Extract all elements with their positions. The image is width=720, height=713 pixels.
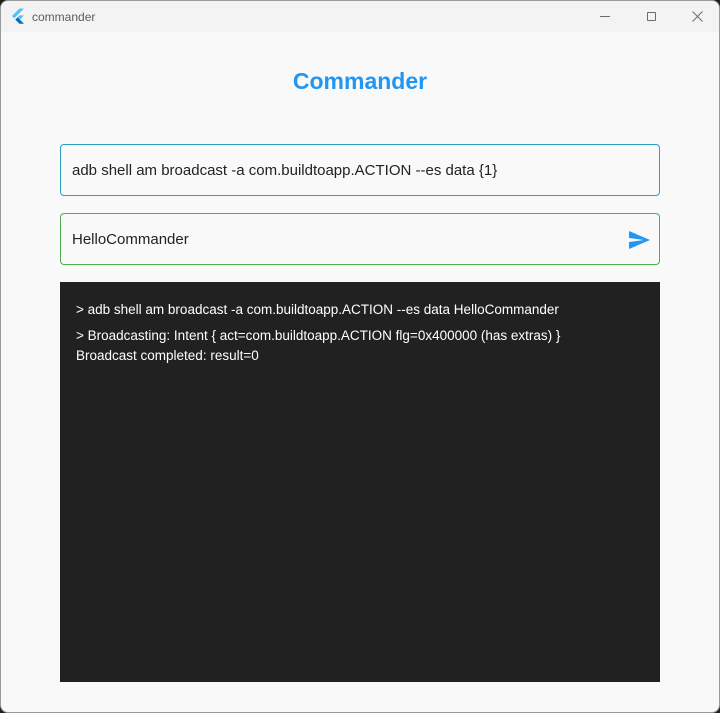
message-field[interactable]: [60, 213, 660, 265]
console-entry: > Broadcasting: Intent { act=com.buildto…: [76, 328, 561, 363]
close-button[interactable]: [674, 1, 719, 32]
command-template-field[interactable]: [60, 144, 660, 196]
message-input[interactable]: [72, 214, 622, 264]
maximize-button[interactable]: [628, 1, 674, 32]
close-icon: [691, 11, 703, 22]
page-title: Commander: [292, 68, 428, 94]
console-output: > adb shell am broadcast -a com.buildtoa…: [60, 282, 660, 682]
command-template-input[interactable]: [72, 145, 622, 195]
title-bar[interactable]: commander: [1, 1, 719, 32]
console-entry: > adb shell am broadcast -a com.buildtoa…: [76, 302, 559, 317]
app-window: commander Commander > adb shell am broad…: [0, 0, 720, 713]
minimize-icon: [600, 16, 610, 17]
send-icon[interactable]: [627, 228, 651, 252]
window-title: commander: [32, 10, 96, 24]
maximize-icon: [646, 12, 656, 21]
minimize-button[interactable]: [582, 1, 628, 32]
flutter-logo-icon: [12, 8, 24, 24]
